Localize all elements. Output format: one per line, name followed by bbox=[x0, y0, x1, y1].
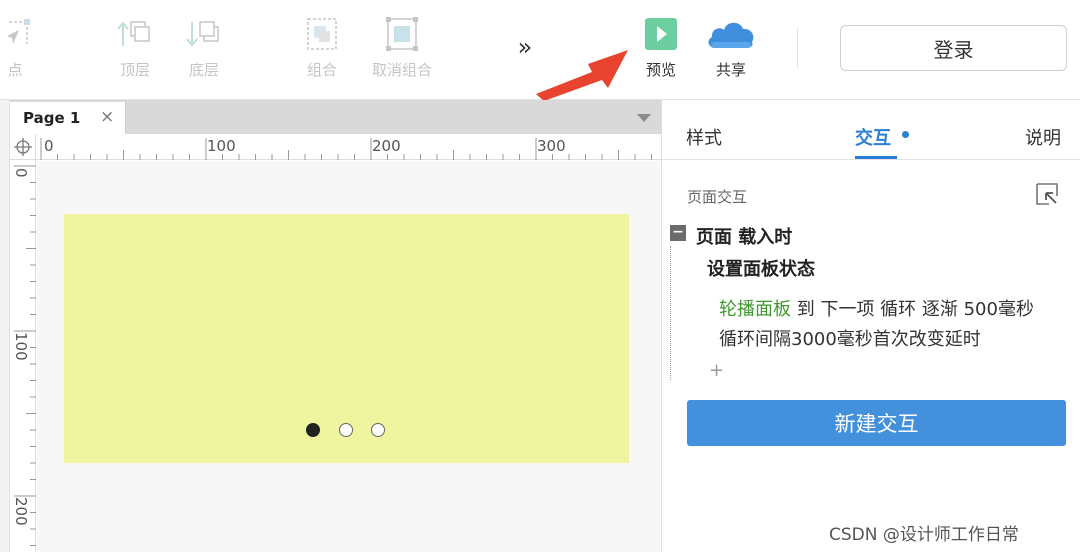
app-window: 点 顶层 底层 组合 取消组合 » 预览 共享 登录 Page 1 × 0 10… bbox=[0, 0, 1080, 552]
ruler-label: 0 bbox=[12, 168, 30, 178]
vertical-ruler: 0 100 200 bbox=[10, 160, 36, 552]
ruler-label: 100 bbox=[207, 137, 236, 155]
carousel-panel[interactable] bbox=[64, 214, 629, 463]
ruler-label: 0 bbox=[44, 137, 54, 155]
toolbar-divider bbox=[797, 28, 798, 68]
point-icon bbox=[0, 14, 50, 54]
action-label[interactable]: 设置面板状态 bbox=[707, 255, 815, 281]
share-label: 共享 bbox=[715, 61, 746, 79]
ungroup-button[interactable]: 取消组合 bbox=[367, 14, 437, 90]
group-label: 组合 bbox=[306, 61, 337, 79]
point-label: 点 bbox=[7, 61, 23, 79]
bring-to-front-button[interactable]: 顶层 bbox=[100, 14, 170, 90]
inspector-panel: 样式 交互 说明 页面交互 − 页面 载入时 设置面板状态 轮播面板 到 下一项… bbox=[661, 100, 1080, 552]
expand-dialog-icon[interactable] bbox=[1035, 182, 1059, 206]
page-tab[interactable]: Page 1 × bbox=[10, 102, 126, 134]
event-label[interactable]: 页面 载入时 bbox=[696, 223, 792, 249]
group-button[interactable]: 组合 bbox=[287, 14, 357, 90]
login-button[interactable]: 登录 bbox=[840, 25, 1067, 71]
carousel-dot-active[interactable] bbox=[306, 423, 320, 437]
share-button[interactable]: 共享 bbox=[696, 14, 766, 90]
ruler-label: 100 bbox=[12, 332, 30, 361]
chevron-down-icon[interactable] bbox=[637, 114, 651, 122]
tree-connector bbox=[670, 246, 671, 380]
ruler-label: 300 bbox=[537, 137, 566, 155]
ungroup-label: 取消组合 bbox=[371, 61, 432, 79]
bring-to-front-label: 顶层 bbox=[119, 61, 150, 79]
ruler-label: 200 bbox=[12, 497, 30, 526]
action-detail-line1: 到 下一项 循环 逐渐 500毫秒 bbox=[791, 299, 1034, 320]
design-canvas[interactable] bbox=[37, 161, 660, 552]
tab-notes[interactable]: 说明 bbox=[1025, 124, 1061, 150]
collapse-icon[interactable]: − bbox=[670, 225, 686, 241]
preview-button[interactable]: 预览 bbox=[626, 14, 696, 90]
carousel-dot[interactable] bbox=[371, 423, 385, 437]
tab-interaction[interactable]: 交互 bbox=[855, 124, 891, 150]
carousel-dot[interactable] bbox=[339, 423, 353, 437]
horizontal-ruler: 0 100 200 300 bbox=[36, 134, 661, 160]
action-detail[interactable]: 轮播面板 到 下一项 循环 逐渐 500毫秒 循环间隔3000毫秒首次改变延时 bbox=[719, 295, 1069, 355]
preview-label: 预览 bbox=[645, 61, 676, 79]
left-sidebar-strip bbox=[0, 100, 10, 552]
watermark: CSDN @设计师工作日常 bbox=[829, 525, 1019, 545]
section-title: 页面交互 bbox=[687, 188, 748, 206]
tab-indicator-dot bbox=[902, 131, 909, 138]
play-icon bbox=[626, 14, 696, 54]
group-icon bbox=[287, 14, 357, 54]
point-button[interactable]: 点 bbox=[0, 14, 50, 90]
page-tab-label: Page 1 bbox=[23, 109, 81, 127]
send-to-back-icon bbox=[169, 14, 239, 54]
active-tab-underline bbox=[855, 156, 897, 159]
inspector-tabs: 样式 交互 说明 bbox=[662, 100, 1080, 160]
action-detail-line2: 循环间隔3000毫秒首次改变延时 bbox=[719, 329, 981, 350]
ungroup-icon bbox=[367, 14, 437, 54]
annotation-arrow-icon bbox=[536, 50, 628, 101]
ruler-label: 200 bbox=[372, 137, 401, 155]
tab-style[interactable]: 样式 bbox=[686, 124, 722, 150]
cloud-icon bbox=[696, 14, 766, 54]
new-interaction-button[interactable]: 新建交互 bbox=[687, 400, 1066, 446]
add-action-icon[interactable]: + bbox=[709, 360, 724, 381]
bring-to-front-icon bbox=[100, 14, 170, 54]
send-to-back-label: 底层 bbox=[188, 61, 219, 79]
target-name: 轮播面板 bbox=[719, 299, 791, 320]
crosshair-icon[interactable] bbox=[10, 134, 36, 160]
close-icon[interactable]: × bbox=[100, 107, 114, 127]
page-tab-bar: Page 1 × bbox=[10, 100, 661, 134]
send-to-back-button[interactable]: 底层 bbox=[169, 14, 239, 90]
